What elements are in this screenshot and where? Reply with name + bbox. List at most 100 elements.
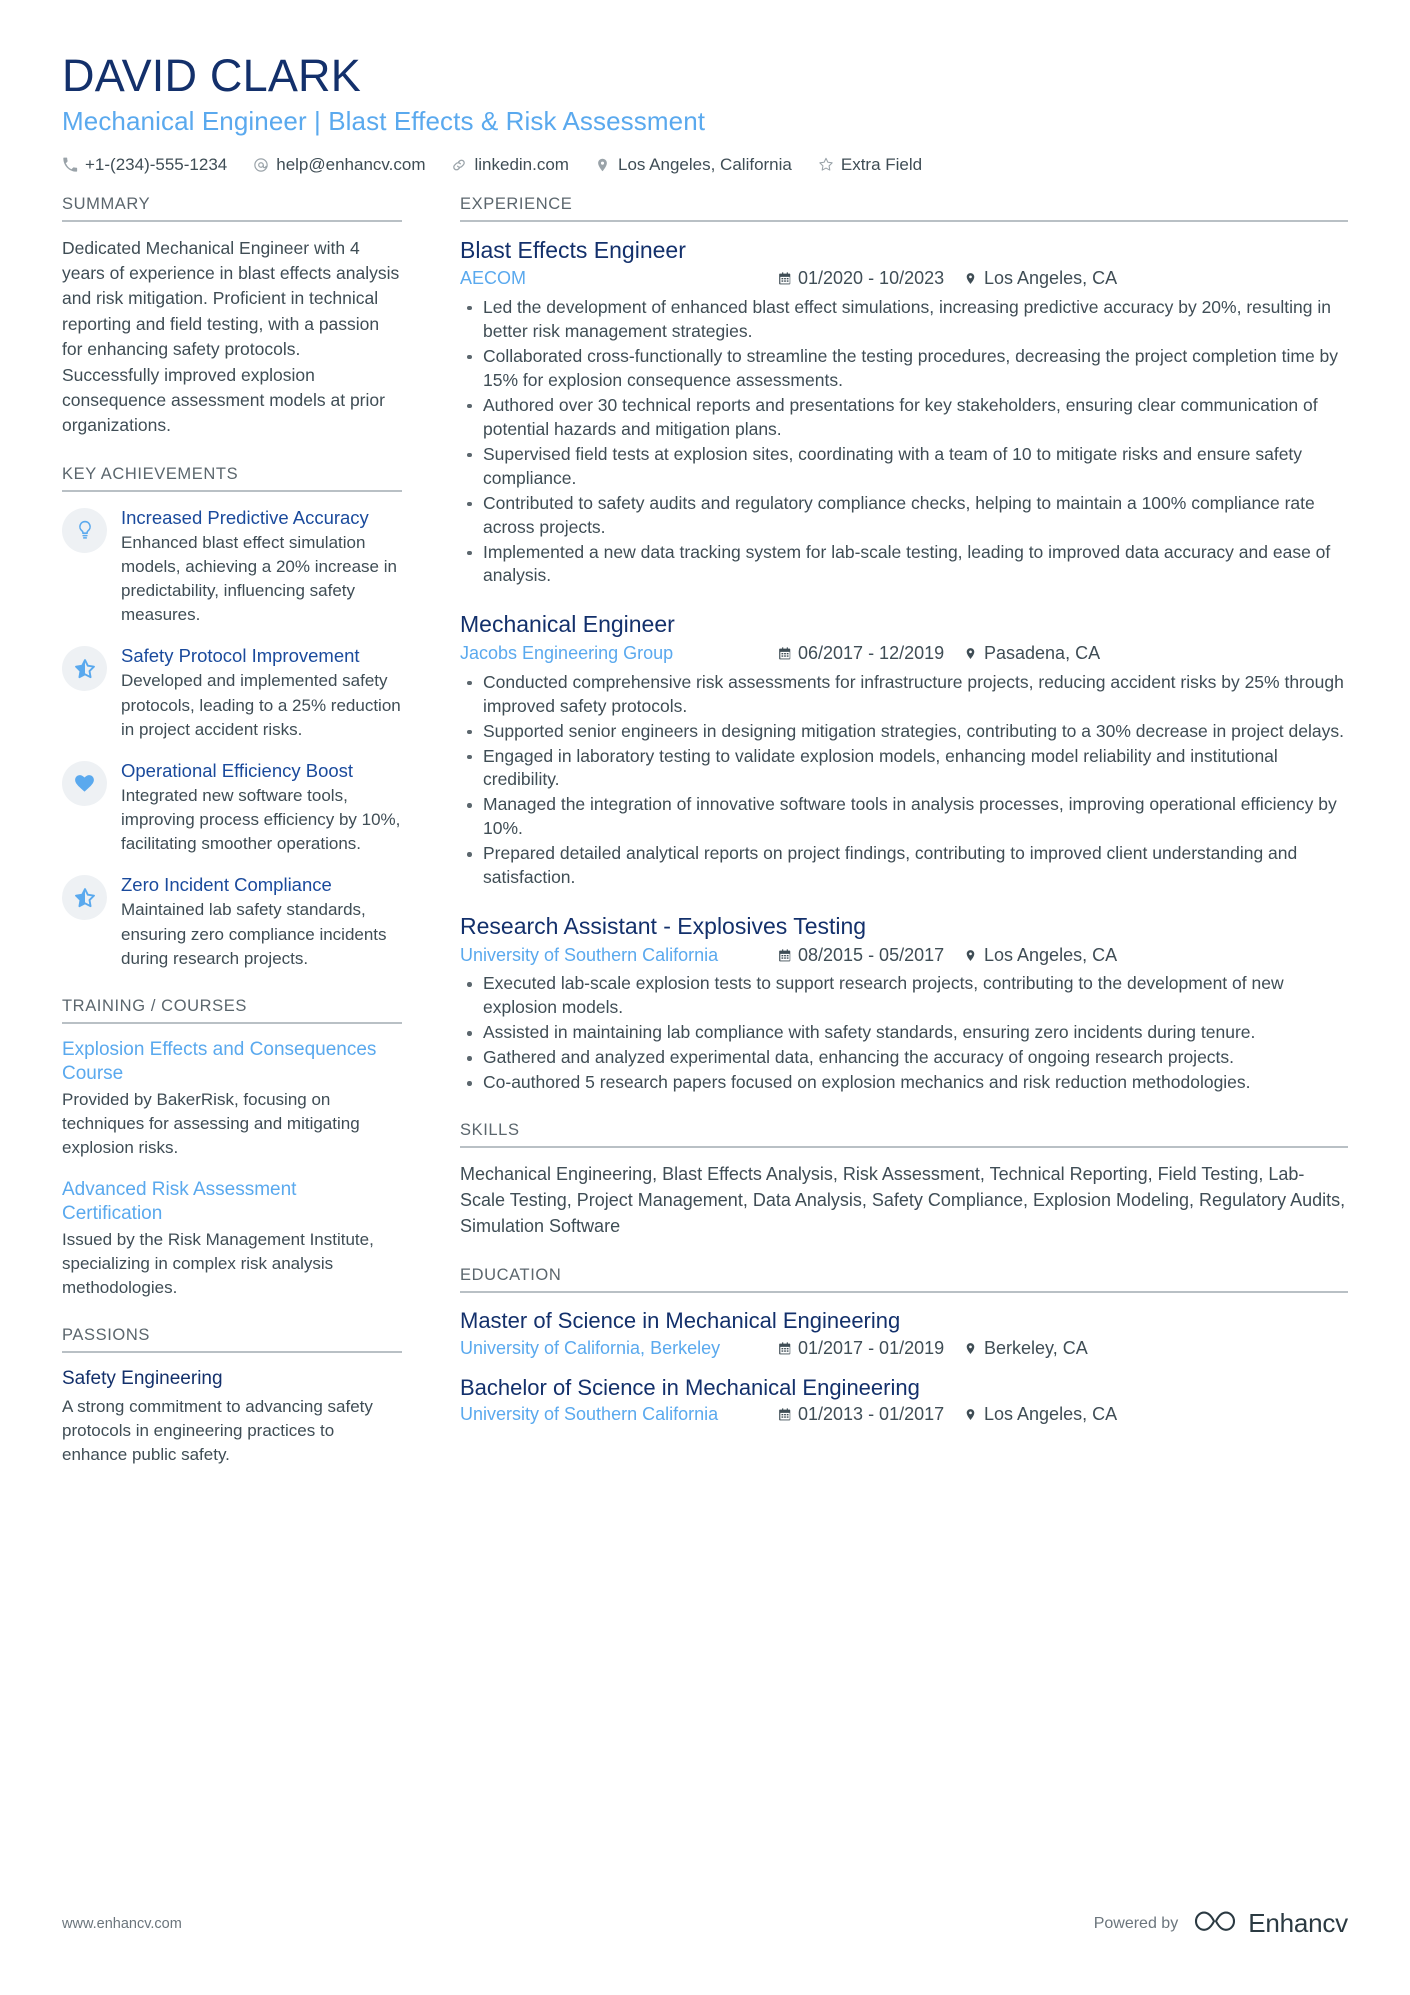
education-dates-text: 01/2013 - 01/2017 <box>798 1404 945 1425</box>
achievement-item: Zero Incident Compliance Maintained lab … <box>62 873 402 971</box>
contact-location: Los Angeles, California <box>595 155 792 175</box>
section-title-summary: SUMMARY <box>62 195 402 222</box>
education-school[interactable]: University of Southern California <box>460 1403 778 1426</box>
education-degree: Bachelor of Science in Mechanical Engine… <box>460 1374 920 1400</box>
job-bullet: Gathered and analyzed experimental data,… <box>460 1046 1348 1070</box>
job-bullet: Managed the integration of innovative so… <box>460 793 1348 841</box>
achievement-desc: Developed and implemented safety protoco… <box>121 671 401 739</box>
job-dates-text: 06/2017 - 12/2019 <box>798 643 945 664</box>
experience-item: Mechanical Engineer Jacobs Engineering G… <box>460 610 1348 890</box>
location-pin-icon <box>964 646 978 661</box>
job-bullet: Conducted comprehensive risk assessments… <box>460 671 1348 719</box>
achievement-item: Increased Predictive Accuracy Enhanced b… <box>62 506 402 628</box>
job-location-text: Pasadena, CA <box>984 643 1101 664</box>
job-bullets: Conducted comprehensive risk assessments… <box>460 671 1348 891</box>
location-pin-icon <box>595 157 611 173</box>
left-column: SUMMARY Dedicated Mechanical Engineer wi… <box>62 195 424 1494</box>
section-title-passions: PASSIONS <box>62 1326 402 1354</box>
location-pin-icon <box>964 271 978 286</box>
job-location: Los Angeles, CA <box>964 267 1117 290</box>
achievement-icon-badge <box>62 507 107 553</box>
job-location-text: Los Angeles, CA <box>984 268 1118 289</box>
job-location-text: Los Angeles, CA <box>984 945 1118 966</box>
job-location: Pasadena, CA <box>964 642 1100 665</box>
job-dates: 08/2015 - 05/2017 <box>778 944 964 967</box>
email-icon <box>253 157 269 173</box>
education-item: Bachelor of Science in Mechanical Engine… <box>460 1374 1348 1427</box>
education-location-text: Berkeley, CA <box>984 1337 1088 1358</box>
summary-text: Dedicated Mechanical Engineer with 4 yea… <box>62 237 400 436</box>
job-meta: Jacobs Engineering Group 06/2017 - 12/20… <box>460 642 1348 665</box>
achievement-title: Increased Predictive Accuracy <box>121 506 369 528</box>
passion-desc: A strong commitment to advancing safety … <box>62 1397 373 1465</box>
education-dates-text: 01/2017 - 01/2019 <box>798 1337 945 1358</box>
contact-phone[interactable]: +1-(234)-555-1234 <box>62 155 227 175</box>
achievement-item: Safety Protocol Improvement Developed an… <box>62 644 402 742</box>
job-company[interactable]: AECOM <box>460 267 778 290</box>
job-role: Mechanical Engineer <box>460 611 675 638</box>
job-dates: 01/2020 - 10/2023 <box>778 267 964 290</box>
job-company[interactable]: Jacobs Engineering Group <box>460 642 778 665</box>
section-education: EDUCATION Master of Science in Mechanica… <box>460 1266 1348 1427</box>
education-school[interactable]: University of California, Berkeley <box>460 1337 778 1360</box>
experience-item: Research Assistant - Explosives Testing … <box>460 912 1348 1095</box>
job-bullet: Supervised field tests at explosion site… <box>460 443 1348 491</box>
half-star-icon <box>73 657 97 681</box>
job-bullet: Assisted in maintaining lab compliance w… <box>460 1021 1348 1045</box>
course-title: Explosion Effects and Consequences Cours… <box>62 1038 377 1084</box>
location-pin-icon <box>964 1407 978 1422</box>
contact-email[interactable]: help@enhancv.com <box>253 155 425 175</box>
calendar-icon <box>778 271 792 286</box>
calendar-icon <box>778 1341 792 1356</box>
job-bullet: Implemented a new data tracking system f… <box>460 541 1348 589</box>
professional-headline: Mechanical Engineer | Blast Effects & Ri… <box>62 105 706 136</box>
calendar-icon <box>778 1407 792 1422</box>
course-desc: Provided by BakerRisk, focusing on techn… <box>62 1089 360 1157</box>
achievement-title: Safety Protocol Improvement <box>121 645 360 667</box>
job-company[interactable]: University of Southern California <box>460 944 778 967</box>
job-bullet: Authored over 30 technical reports and p… <box>460 394 1348 442</box>
course-item: Explosion Effects and Consequences Cours… <box>62 1038 402 1160</box>
job-role: Research Assistant - Explosives Testing <box>460 913 867 940</box>
calendar-icon <box>778 948 792 963</box>
contact-phone-text: +1-(234)-555-1234 <box>85 154 228 174</box>
half-star-icon <box>73 886 97 910</box>
resume-page: DAVID CLARK Mechanical Engineer | Blast … <box>0 0 1410 1995</box>
achievement-icon-badge <box>62 760 107 806</box>
footer-website-url[interactable]: www.enhancv.com <box>62 1916 182 1932</box>
page-title: DAVID CLARK <box>62 50 361 101</box>
job-bullet: Engaged in laboratory testing to validat… <box>460 745 1348 793</box>
education-location: Berkeley, CA <box>964 1337 1088 1360</box>
achievement-item: Operational Efficiency Boost Integrated … <box>62 759 402 857</box>
achievement-title: Zero Incident Compliance <box>121 874 332 896</box>
enhancv-brand: Enhancv <box>1192 1906 1348 1941</box>
heart-icon <box>73 772 96 795</box>
education-dates: 01/2017 - 01/2019 <box>778 1337 964 1360</box>
achievement-desc: Enhanced blast effect simulation models,… <box>121 532 397 625</box>
course-desc: Issued by the Risk Management Institute,… <box>62 1229 374 1298</box>
job-bullet: Contributed to safety audits and regulat… <box>460 492 1348 540</box>
education-location-text: Los Angeles, CA <box>984 1404 1118 1425</box>
section-experience: EXPERIENCE Blast Effects Engineer AECOM <box>460 195 1348 1096</box>
powered-by-label: Powered by <box>1093 1914 1179 1932</box>
experience-item: Blast Effects Engineer AECOM 01/2020 - 1… <box>460 236 1348 589</box>
resume-columns: SUMMARY Dedicated Mechanical Engineer wi… <box>62 195 1348 1494</box>
achievement-title: Operational Efficiency Boost <box>121 759 354 781</box>
contact-linkedin[interactable]: linkedin.com <box>451 155 569 175</box>
job-dates: 06/2017 - 12/2019 <box>778 642 964 665</box>
course-title: Advanced Risk Assessment Certification <box>62 1179 297 1224</box>
contact-extra-field-text: Extra Field <box>840 154 923 174</box>
contact-location-text: Los Angeles, California <box>617 154 792 174</box>
achievement-desc: Maintained lab safety standards, ensurin… <box>121 900 387 968</box>
section-summary: SUMMARY Dedicated Mechanical Engineer wi… <box>62 195 402 439</box>
enhancv-brand-text: Enhancv <box>1248 1908 1348 1938</box>
job-bullet: Co-authored 5 research papers focused on… <box>460 1071 1348 1095</box>
job-bullet: Led the development of enhanced blast ef… <box>460 296 1348 344</box>
calendar-icon <box>778 646 792 661</box>
contact-email-text: help@enhancv.com <box>276 154 426 174</box>
right-column: EXPERIENCE Blast Effects Engineer AECOM <box>424 195 1348 1453</box>
passion-title: Safety Engineering <box>62 1368 223 1390</box>
link-icon <box>451 157 467 173</box>
section-title-training-courses: TRAINING / COURSES <box>62 997 402 1024</box>
job-bullets: Executed lab-scale explosion tests to su… <box>460 972 1348 1095</box>
